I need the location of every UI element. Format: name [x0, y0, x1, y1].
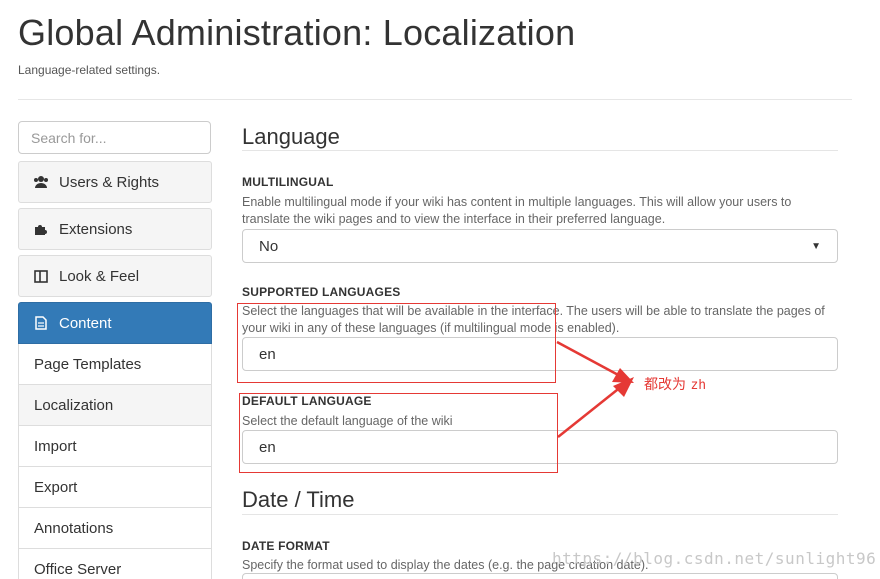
arrow-line-lower: [557, 385, 623, 438]
annotation-note-text: 都改为: [644, 377, 686, 393]
watermark: https://blog.csdn.net/sunlight96: [552, 549, 877, 568]
annotation-note: 都改为 zh: [644, 374, 706, 394]
annotation-note-code: zh: [690, 378, 707, 393]
annotation-arrows: [556, 340, 634, 438]
arrow-line-upper: [556, 340, 623, 379]
